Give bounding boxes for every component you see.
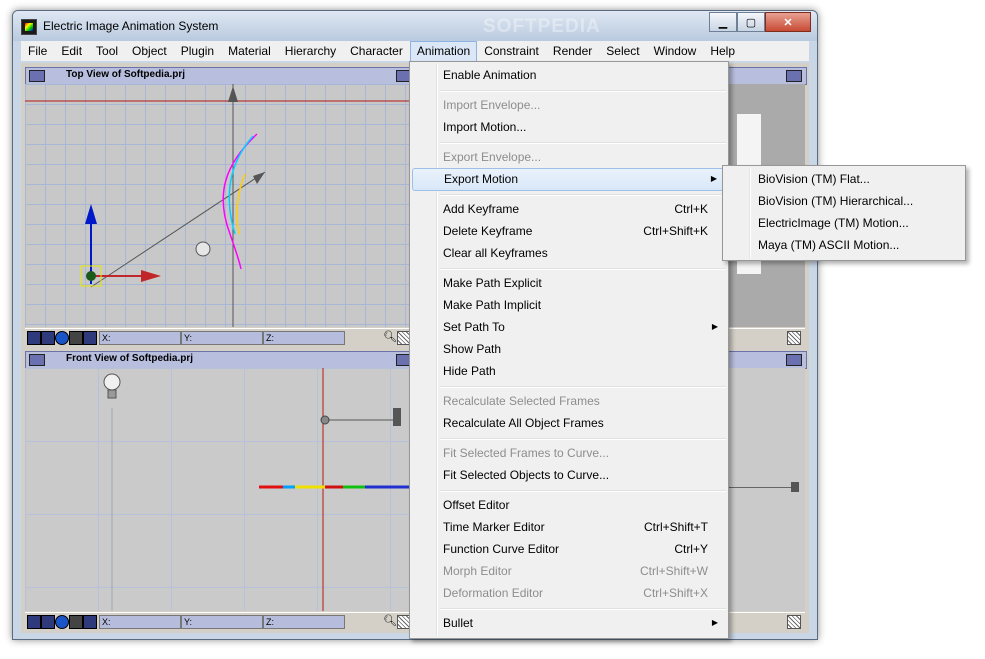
axis-tool-icon[interactable] (27, 331, 41, 345)
menu-item-fit-selected-frames: Fit Selected Frames to Curve... (443, 446, 610, 460)
menu-object[interactable]: Object (125, 41, 174, 62)
watermark: SOFTPEDIA (483, 16, 601, 37)
right-top-view-titlebar[interactable] (721, 67, 807, 85)
camera-icon[interactable] (69, 615, 83, 629)
submenu-arrow-icon: ▶ (710, 174, 717, 183)
front-view-titlebar[interactable]: Front View of Softpedia.prj (25, 351, 417, 369)
viewport-menu-icon[interactable] (29, 354, 45, 366)
menu-item-export-envelope: Export Envelope... (443, 150, 542, 164)
submenu-item-biovision-flat[interactable]: BioVision (TM) Flat... (725, 169, 963, 190)
title-bar[interactable]: Electric Image Animation System SOFTPEDI… (13, 11, 817, 41)
submenu-item-biovision-hierarchical[interactable]: BioVision (TM) Hierarchical... (725, 191, 963, 212)
menu-item-make-path-implicit[interactable]: Make Path Implicit (412, 295, 726, 316)
menu-item-export-motion[interactable]: Export Motion ▶ (412, 168, 726, 191)
menu-item-bullet[interactable]: Bullet ▶ (412, 613, 726, 634)
submenu-arrow-icon: ▶ (711, 618, 718, 627)
menu-item-delete-keyframe[interactable]: Delete Keyframe Ctrl+Shift+K (412, 221, 726, 242)
y-coordinate-field[interactable]: Y: (181, 331, 263, 345)
front-view-title: Front View of Softpedia.prj (66, 353, 194, 364)
zoom-icon[interactable]: 🔍︎ (383, 330, 397, 343)
menu-item-enable-animation[interactable]: Enable Animation (412, 65, 726, 86)
zoom-icon[interactable]: 🔍︎ (383, 614, 397, 627)
top-view-statusbar: X: Y: Z: 🔍︎ (25, 328, 415, 345)
layout-icon[interactable] (83, 615, 97, 629)
viewport-menu-icon[interactable] (29, 70, 45, 82)
light-sphere-icon (195, 241, 211, 257)
minimize-button[interactable]: ▁ (709, 12, 737, 32)
menu-item-clear-all-keyframes[interactable]: Clear all Keyframes (412, 243, 726, 264)
menu-select[interactable]: Select (599, 41, 646, 62)
menu-item-import-motion[interactable]: Import Motion... (412, 117, 726, 138)
export-motion-submenu: BioVision (TM) Flat... BioVision (TM) Hi… (722, 165, 966, 261)
y-coordinate-field[interactable]: Y: (181, 615, 263, 629)
menu-item-function-curve-editor[interactable]: Function Curve Editor Ctrl+Y (412, 539, 726, 560)
submenu-arrow-icon: ▶ (711, 322, 718, 331)
menu-item-set-path-to[interactable]: Set Path To ▶ (412, 317, 726, 338)
menu-constraint[interactable]: Constraint (477, 41, 546, 62)
y-gizmo-arrow-icon (85, 204, 97, 224)
menu-item-morph-editor: Morph Editor Ctrl+Shift+W (443, 564, 708, 578)
front-view-statusbar: X: Y: Z: 🔍︎ (25, 612, 415, 629)
menu-material[interactable]: Material (221, 41, 278, 62)
submenu-item-electricimage-motion[interactable]: ElectricImage (TM) Motion... (725, 213, 963, 234)
menu-hierarchy[interactable]: Hierarchy (278, 41, 343, 62)
menu-edit[interactable]: Edit (54, 41, 89, 62)
menu-item-import-envelope: Import Envelope... (443, 98, 541, 112)
z-coordinate-field[interactable]: Z: (263, 615, 345, 629)
axis-tool-icon[interactable] (27, 615, 41, 629)
menu-item-recalculate-selected-frames: Recalculate Selected Frames (443, 394, 600, 408)
direction-arrow-icon (253, 172, 265, 184)
top-view-title: Top View of Softpedia.prj (66, 69, 186, 80)
maximize-button[interactable]: ▢ (737, 12, 765, 32)
top-view-titlebar[interactable]: Top View of Softpedia.prj (25, 67, 417, 85)
menu-tool[interactable]: Tool (89, 41, 125, 62)
front-view-canvas[interactable] (25, 368, 415, 611)
menu-character[interactable]: Character (343, 41, 410, 62)
right-top-statusbar (721, 328, 805, 345)
menu-item-deformation-editor: Deformation Editor Ctrl+Shift+X (443, 586, 708, 600)
menu-item-offset-editor[interactable]: Offset Editor (412, 495, 726, 516)
menu-item-fit-selected-objects[interactable]: Fit Selected Objects to Curve... (412, 465, 726, 486)
x-gizmo-arrow-icon (141, 270, 161, 282)
x-coordinate-field[interactable]: X: (99, 331, 181, 345)
window-title: Electric Image Animation System (43, 19, 219, 33)
camera-object-icon (393, 408, 401, 426)
menu-item-add-keyframe[interactable]: Add Keyframe Ctrl+K (412, 199, 726, 220)
grid-tool-icon[interactable] (41, 331, 55, 345)
menu-plugin[interactable]: Plugin (174, 41, 221, 62)
resize-grip-icon[interactable] (787, 331, 801, 345)
menu-render[interactable]: Render (546, 41, 599, 62)
resize-grip-icon[interactable] (787, 615, 801, 629)
menu-window[interactable]: Window (647, 41, 704, 62)
top-view-canvas[interactable] (25, 84, 415, 327)
app-logo-icon (21, 19, 37, 35)
submenu-item-maya-ascii-motion[interactable]: Maya (TM) ASCII Motion... (725, 235, 963, 256)
menu-item-show-path[interactable]: Show Path (412, 339, 726, 360)
x-coordinate-field[interactable]: X: (99, 615, 181, 629)
render-sphere-icon[interactable] (55, 615, 69, 629)
grid-tool-icon[interactable] (41, 615, 55, 629)
light-bulb-icon (103, 373, 121, 391)
camera-icon[interactable] (69, 331, 83, 345)
right-bottom-statusbar (721, 612, 805, 629)
menu-item-recalculate-all-object-frames[interactable]: Recalculate All Object Frames (412, 413, 726, 434)
viewport-maximize-icon[interactable] (786, 70, 802, 82)
z-coordinate-field[interactable]: Z: (263, 331, 345, 345)
menu-item-make-path-explicit[interactable]: Make Path Explicit (412, 273, 726, 294)
menu-item-hide-path[interactable]: Hide Path (412, 361, 726, 382)
viewport-maximize-icon[interactable] (786, 354, 802, 366)
menu-help[interactable]: Help (703, 41, 742, 62)
object-pivot-icon (86, 271, 96, 281)
layout-icon[interactable] (83, 331, 97, 345)
keyframe-node-icon (320, 415, 330, 425)
animation-menu: Enable Animation Import Envelope... Impo… (409, 61, 729, 639)
menu-animation[interactable]: Animation (409, 40, 478, 62)
right-bottom-view-titlebar[interactable] (721, 351, 807, 369)
right-bottom-view-canvas[interactable] (721, 368, 805, 611)
close-button[interactable]: ✕ (765, 12, 811, 32)
menu-bar: File Edit Tool Object Plugin Material Hi… (21, 40, 809, 62)
menu-file[interactable]: File (21, 41, 54, 62)
render-sphere-icon[interactable] (55, 331, 69, 345)
menu-item-time-marker-editor[interactable]: Time Marker Editor Ctrl+Shift+T (412, 517, 726, 538)
